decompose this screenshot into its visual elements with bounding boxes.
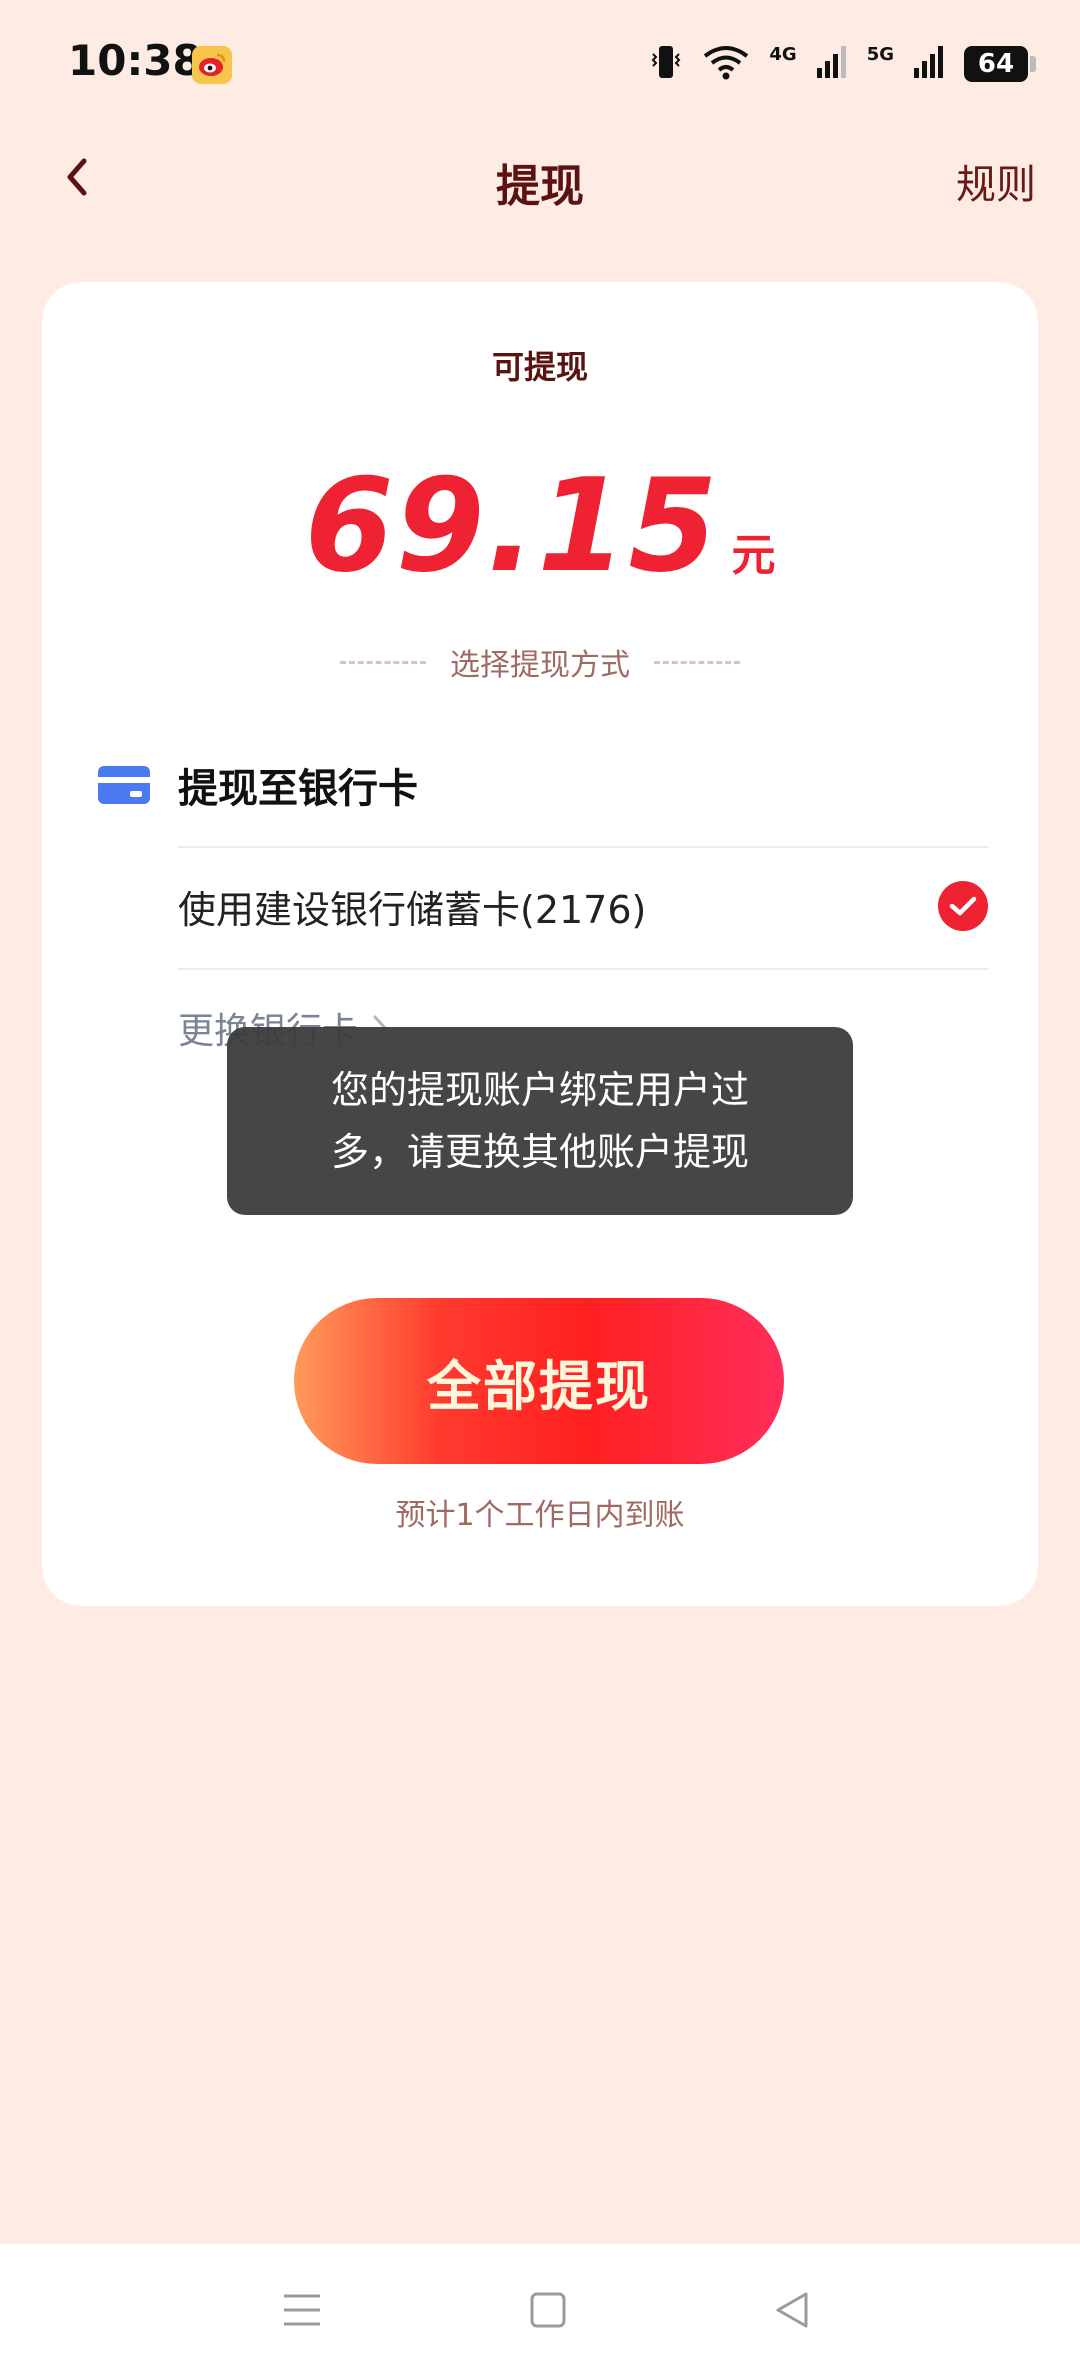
- divider-right: [654, 660, 740, 664]
- bank-card-icon: [98, 766, 150, 804]
- status-icons: 4G 5G 64: [649, 42, 1036, 86]
- divider-left: [340, 660, 426, 664]
- home-button[interactable]: [520, 2284, 576, 2336]
- status-time: 10:38: [68, 36, 202, 85]
- toast-message: 您的提现账户绑定用户过多，请更换其他账户提现: [330, 1068, 749, 1174]
- weibo-notification-icon: [192, 46, 232, 84]
- vibrate-icon: [649, 42, 683, 86]
- amount-unit: 元: [731, 530, 776, 581]
- withdraw-card: 可提现 69.15 元 选择提现方式 提现至银行卡 使用建设银行储蓄卡(2176)…: [42, 282, 1038, 1606]
- back-nav-button[interactable]: [764, 2284, 820, 2336]
- withdraw-all-button[interactable]: 全部提现: [294, 1298, 784, 1464]
- check-icon: [938, 881, 988, 931]
- available-amount: 69.15: [304, 452, 720, 601]
- battery-icon: 64: [964, 46, 1036, 82]
- menu-icon: [284, 2294, 320, 2326]
- available-label: 可提现: [491, 348, 588, 386]
- system-nav-bar: [0, 2244, 1080, 2376]
- wifi-icon: [701, 42, 751, 86]
- divider: [178, 968, 988, 970]
- amount-row: 69.15 元: [42, 452, 1038, 601]
- bank-option-ccb[interactable]: 使用建设银行储蓄卡(2176): [178, 846, 988, 966]
- error-toast: 您的提现账户绑定用户过多，请更换其他账户提现: [227, 1027, 853, 1215]
- bank-method-label: 提现至银行卡: [178, 766, 418, 812]
- network-5g-label: 5G: [866, 43, 894, 65]
- home-icon: [530, 2292, 566, 2328]
- eta-text: 预计1个工作日内到账: [395, 1498, 685, 1533]
- page-title: 提现: [496, 161, 584, 212]
- header: 提现 规则: [0, 140, 1080, 220]
- signal-icon: [815, 44, 849, 84]
- signal-icon: [912, 44, 946, 84]
- method-label: 选择提现方式: [450, 648, 630, 683]
- status-bar: 10:38 4G 5G 64: [0, 0, 1080, 120]
- menu-button[interactable]: [274, 2284, 330, 2336]
- rules-link[interactable]: 规则: [956, 152, 1036, 210]
- bank-card-method[interactable]: 提现至银行卡: [98, 756, 418, 814]
- back-triangle-icon: [776, 2292, 808, 2328]
- withdraw-all-label: 全部提现: [427, 1354, 651, 1418]
- bank-option-label: 使用建设银行储蓄卡(2176): [178, 887, 647, 932]
- network-4g-label: 4G: [769, 43, 797, 65]
- method-section-title: 选择提现方式: [42, 640, 1038, 684]
